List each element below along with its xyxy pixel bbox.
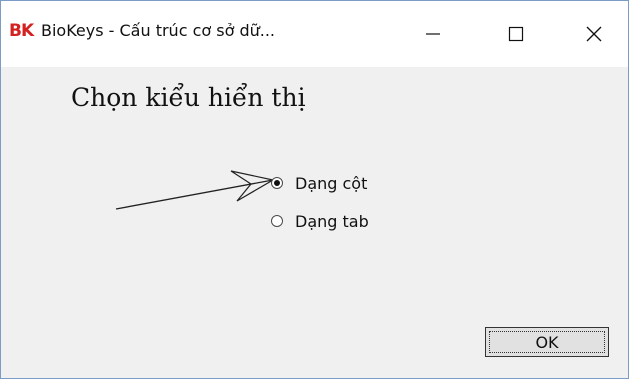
radio-label-tab: Dạng tab (295, 211, 369, 231)
dialog-client-area: Chọn kiểu hiển thị Dạng cột Dạng tab OK (1, 67, 628, 378)
ok-button-label: OK (535, 332, 559, 352)
maximize-icon (508, 26, 524, 42)
dialog-heading: Chọn kiểu hiển thị (71, 83, 306, 112)
radio-option-column[interactable]: Dạng cột (271, 171, 367, 195)
app-icon: BK (9, 21, 34, 41)
close-button[interactable] (561, 1, 627, 67)
title-bar[interactable]: BK BioKeys - Cấu trúc cơ sở dữ... (1, 1, 628, 67)
minimize-icon (426, 33, 440, 35)
radio-option-tab[interactable]: Dạng tab (271, 209, 369, 233)
radio-checked-icon[interactable] (271, 177, 283, 189)
maximize-button[interactable] (483, 1, 549, 67)
radio-label-column: Dạng cột (295, 173, 368, 193)
minimize-button[interactable] (400, 1, 466, 67)
dialog-window: BK BioKeys - Cấu trúc cơ sở dữ... Chọn k… (0, 0, 629, 379)
ok-button[interactable]: OK (485, 327, 609, 357)
window-title: BioKeys - Cấu trúc cơ sở dữ... (41, 21, 276, 40)
close-icon (586, 26, 602, 42)
radio-unchecked-icon[interactable] (271, 215, 283, 227)
